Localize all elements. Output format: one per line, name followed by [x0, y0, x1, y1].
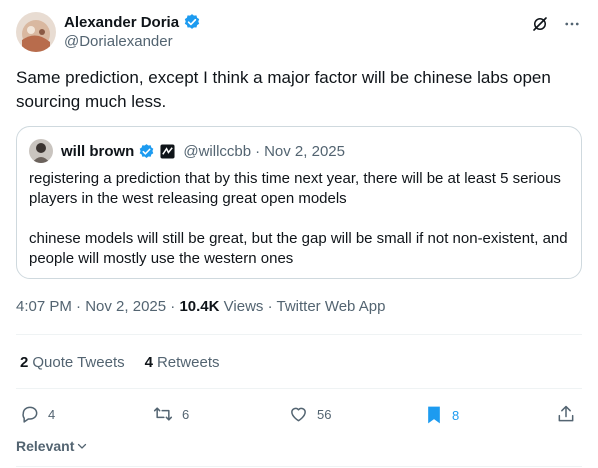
retweet-action-count: 6 — [182, 406, 190, 422]
quoted-tweet[interactable]: will brown @willccbb · Nov 2, 2025 regis… — [16, 126, 582, 279]
bookmark-count: 8 — [452, 407, 460, 423]
quoted-paragraph: registering a prediction that by this ti… — [29, 170, 561, 207]
tweet-date[interactable]: Nov 2, 2025 — [85, 298, 166, 315]
grok-icon[interactable] — [530, 14, 550, 34]
quoted-author-avatar — [29, 139, 53, 163]
reply-icon — [22, 406, 38, 423]
verified-badge-icon — [138, 143, 155, 160]
meta-separator: · — [255, 142, 261, 160]
share-button[interactable] — [556, 404, 576, 424]
share-icon — [558, 405, 574, 422]
engagement-stats: 2 Quote Tweets 4 Retweets — [20, 354, 220, 371]
author-avatar[interactable] — [16, 12, 56, 52]
author-name[interactable]: Alexander Doria — [64, 14, 179, 31]
avatar-image — [16, 12, 56, 52]
chevron-down-icon — [78, 443, 87, 449]
tweet-meta: 4:07 PM · Nov 2, 2025 · 10.4K Views · Tw… — [16, 298, 386, 315]
action-bar: 4 6 56 8 — [20, 404, 580, 428]
sort-dropdown[interactable]: Relevant — [16, 438, 88, 454]
affiliate-badge-icon — [159, 143, 175, 159]
quoted-paragraph: chinese models will still be great, but … — [29, 230, 568, 267]
quoted-author-handle: @willccbb — [183, 142, 252, 160]
quoted-text: registering a prediction that by this ti… — [29, 169, 569, 289]
bookmark-icon — [428, 406, 440, 424]
reply-count: 4 — [48, 406, 56, 422]
divider — [16, 466, 582, 467]
like-count: 56 — [317, 406, 332, 422]
tweet-text: Same prediction, except I think a major … — [16, 68, 551, 111]
views-label: Views — [223, 298, 264, 315]
heart-icon — [291, 407, 306, 422]
tweet-header: Alexander Doria @Dorialexander — [16, 12, 582, 54]
views-count: 10.4K — [179, 298, 220, 315]
sort-label: Relevant — [16, 438, 75, 454]
verified-badge-icon — [183, 13, 201, 31]
divider — [16, 388, 582, 389]
tweet-time[interactable]: 4:07 PM — [16, 298, 72, 315]
quote-count: 2 — [20, 354, 29, 371]
quoted-author-name: will brown — [61, 142, 135, 160]
quote-label: Quote Tweets — [32, 354, 125, 371]
retweet-count: 4 — [144, 354, 153, 371]
quote-tweets-link[interactable]: 2 Quote Tweets — [20, 354, 125, 371]
author-handle[interactable]: @Dorialexander — [64, 33, 173, 50]
retweet-label: Retweets — [156, 354, 220, 371]
bookmark-button[interactable]: 8 — [424, 404, 459, 426]
retweet-button[interactable]: 6 — [152, 404, 189, 424]
reply-button[interactable]: 4 — [20, 404, 55, 424]
retweet-icon — [153, 407, 173, 421]
tweet-source[interactable]: Twitter Web App — [276, 298, 385, 315]
like-button[interactable]: 56 — [288, 404, 331, 424]
more-icon[interactable] — [562, 14, 582, 34]
divider — [16, 334, 582, 335]
quoted-date: Nov 2, 2025 — [264, 142, 345, 160]
retweets-link[interactable]: 4 Retweets — [145, 354, 220, 371]
